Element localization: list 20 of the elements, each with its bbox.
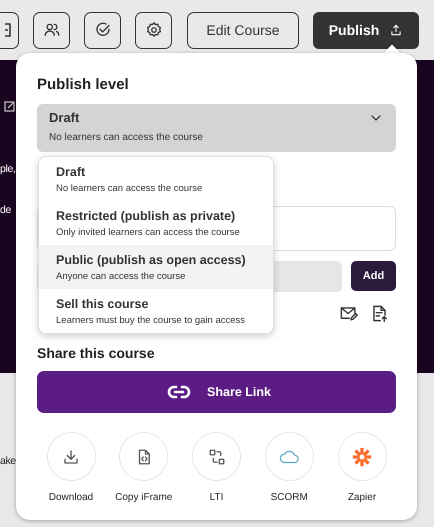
option-description: Only invited learners can access the course	[56, 227, 241, 238]
background-text: ake	[0, 455, 16, 467]
option-description: Anyone can access the course	[56, 271, 186, 282]
section-heading: Share this course	[37, 345, 156, 361]
option-label: Restricted (publish as private)	[56, 209, 236, 223]
option-description: Learners must buy the course to gain access	[56, 315, 246, 326]
option-label: Draft	[56, 165, 86, 179]
background-text: de	[0, 204, 11, 216]
option-description: No learners can access the course	[56, 183, 204, 194]
option-label: Sell this course	[56, 297, 150, 311]
integration-label: LTI	[210, 492, 224, 503]
option-label: Public (publish as open access)	[56, 253, 247, 267]
integration-label: Copy iFrame	[115, 492, 172, 503]
select-value: Draft	[49, 110, 80, 125]
background-text: ple,	[0, 163, 16, 175]
panel-heading: Publish level	[37, 76, 130, 93]
integration-label: SCORM	[270, 492, 308, 503]
integration-label: Zapier	[348, 492, 376, 503]
select-description: No learners can access the course	[49, 132, 203, 143]
integration-label: Download	[48, 492, 94, 503]
